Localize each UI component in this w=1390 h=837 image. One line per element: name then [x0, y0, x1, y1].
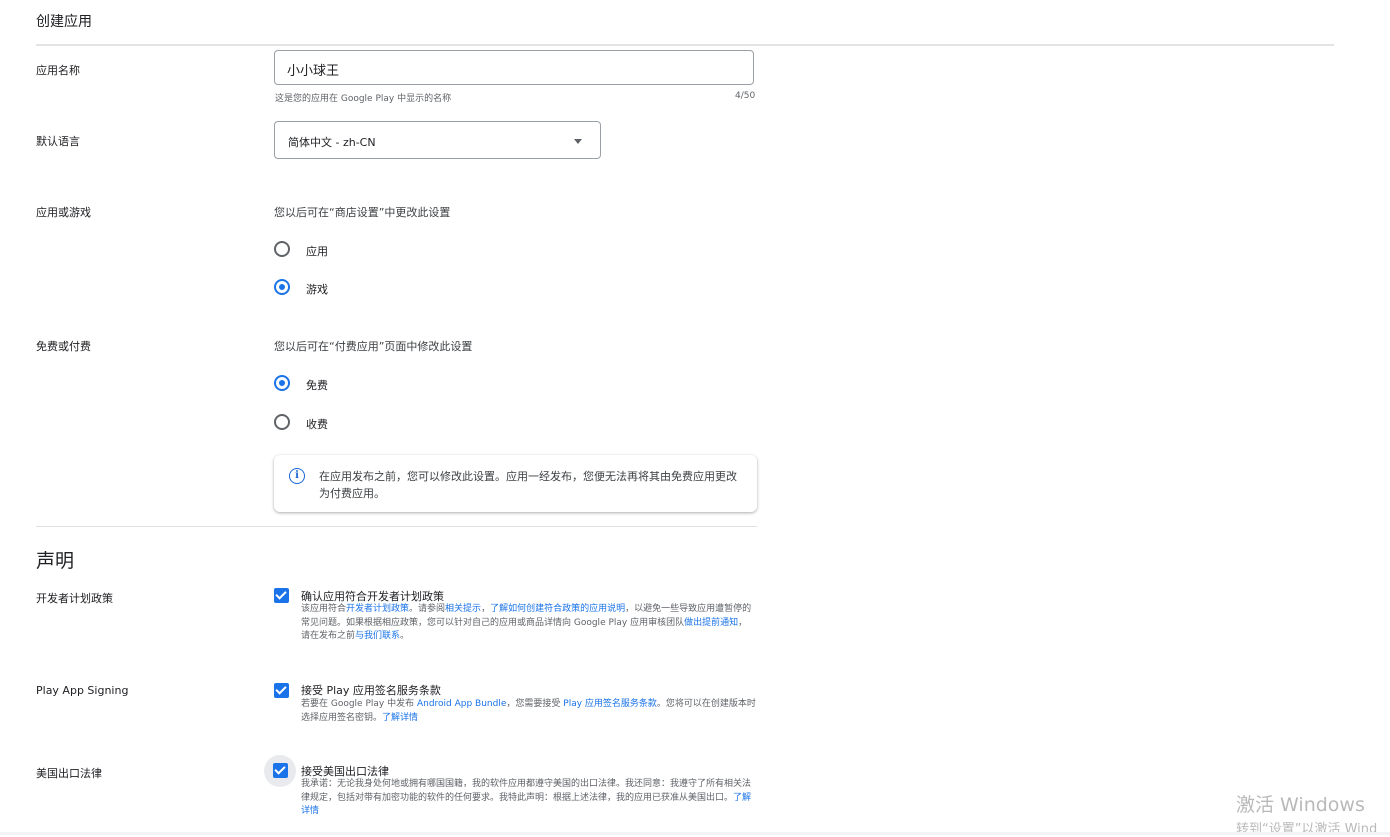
- advance-notice-link[interactable]: 做出提前通知: [684, 618, 738, 628]
- developer-policy-title: 确认应用符合开发者计划政策: [301, 590, 444, 603]
- radio-free-label: 免费: [306, 379, 328, 392]
- radio-paid-label: 收费: [306, 418, 328, 431]
- windows-activation-watermark: 激活 Windows: [1236, 794, 1365, 816]
- radio-app[interactable]: [274, 241, 290, 257]
- info-icon: i: [289, 468, 305, 484]
- free-or-paid-label: 免费或付费: [36, 340, 91, 353]
- pricing-info-text: 在应用发布之前，您可以修改此设置。应用一经发布，您便无法再将其由免费应用更改为付…: [319, 470, 737, 500]
- section-divider: [36, 526, 757, 527]
- developer-policy-checkbox[interactable]: [274, 588, 289, 603]
- play-app-signing-label: Play App Signing: [36, 684, 129, 697]
- developer-policy-link[interactable]: 开发者计划政策: [346, 604, 409, 614]
- contact-us-link[interactable]: 与我们联系: [355, 631, 400, 641]
- default-language-label: 默认语言: [36, 135, 80, 148]
- arrow-drop-down-icon: [574, 139, 582, 144]
- play-app-signing-description: 若要在 Google Play 中发布 Android App Bundle，您…: [301, 698, 756, 725]
- android-app-bundle-link[interactable]: Android App Bundle: [417, 699, 506, 709]
- play-app-signing-checkbox[interactable]: [274, 683, 289, 698]
- default-language-select[interactable]: 简体中文 - zh-CN: [274, 121, 601, 159]
- learn-more-link[interactable]: 了解详情: [382, 713, 418, 723]
- related-tips-link[interactable]: 相关提示: [445, 604, 481, 614]
- desc-text: 若要在 Google Play 中发布: [301, 699, 417, 709]
- declarations-title: 声明: [36, 550, 75, 572]
- app-name-label: 应用名称: [36, 64, 80, 77]
- developer-policy-description: 该应用符合开发者计划政策。请参阅相关提示，了解如何创建符合政策的应用说明，以避免…: [301, 603, 756, 644]
- desc-text: 我承诺：无论我身处何地或拥有哪国国籍，我的软件应用都遵守美国的出口法律。我还同意…: [301, 779, 752, 803]
- radio-paid[interactable]: [274, 414, 290, 430]
- app-or-game-label: 应用或游戏: [36, 206, 91, 219]
- us-export-description: 我承诺：无论我身处何地或拥有哪国国籍，我的软件应用都遵守美国的出口法律。我还同意…: [301, 778, 756, 819]
- us-export-title: 接受美国出口法律: [301, 765, 389, 778]
- play-signing-terms-link[interactable]: Play 应用签名服务条款: [563, 699, 657, 709]
- page-title: 创建应用: [36, 14, 92, 30]
- desc-text: 。: [400, 631, 410, 641]
- radio-game[interactable]: [274, 279, 290, 295]
- radio-game-label: 游戏: [306, 283, 328, 296]
- desc-text: 。请参阅: [409, 604, 446, 614]
- header-divider: [36, 44, 1334, 46]
- desc-text: 该应用符合: [301, 604, 347, 614]
- app-name-helper: 这是您的应用在 Google Play 中显示的名称: [275, 94, 452, 104]
- us-export-checkbox[interactable]: [273, 763, 288, 778]
- radio-app-label: 应用: [306, 245, 328, 258]
- desc-text: ，: [481, 604, 491, 614]
- radio-free[interactable]: [274, 375, 290, 391]
- policy-description-guide-link[interactable]: 了解如何创建符合政策的应用说明: [490, 604, 625, 614]
- pricing-info-card: i 在应用发布之前，您可以修改此设置。应用一经发布，您便无法再将其由免费应用更改…: [274, 455, 757, 512]
- developer-policy-label: 开发者计划政策: [36, 592, 113, 605]
- app-name-input[interactable]: 小小球王: [274, 50, 754, 85]
- play-app-signing-title: 接受 Play 应用签名服务条款: [301, 684, 441, 697]
- app-name-counter: 4/50: [735, 91, 756, 101]
- app-name-value: 小小球王: [287, 64, 340, 79]
- us-export-label: 美国出口法律: [36, 767, 102, 780]
- default-language-value: 简体中文 - zh-CN: [288, 136, 376, 149]
- app-or-game-hint: 您以后可在“商店设置”中更改此设置: [274, 206, 451, 219]
- desc-text: ，您需要接受: [506, 699, 564, 709]
- free-or-paid-hint: 您以后可在“付费应用”页面中修改此设置: [274, 340, 473, 353]
